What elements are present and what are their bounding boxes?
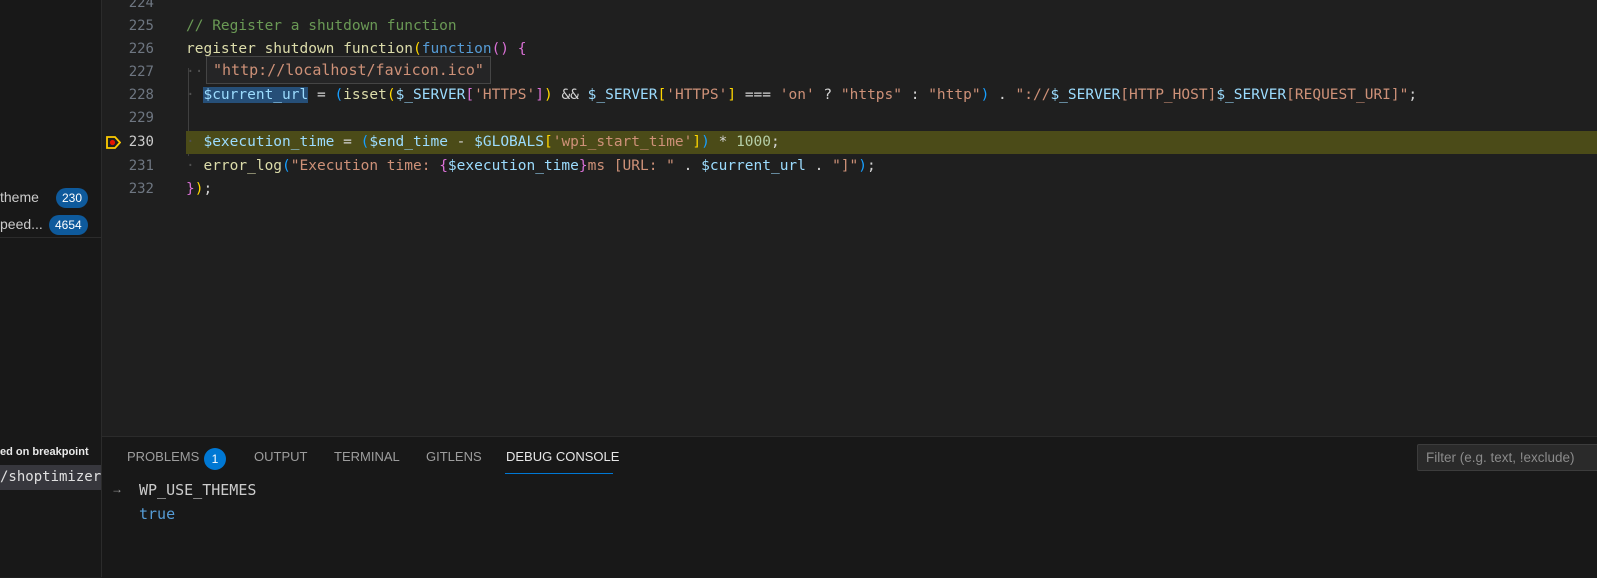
string: 'on' (779, 87, 815, 103)
line-number: 226 (128, 41, 154, 57)
console-result[interactable]: true (139, 505, 175, 523)
code-text: }); (186, 181, 213, 197)
code-line: 232 }); (102, 178, 1597, 201)
tab-terminal[interactable]: TERMINAL (334, 449, 400, 464)
function-name: isset (343, 87, 387, 103)
variable: $_SERVER (1050, 87, 1121, 103)
code-line: 225 // Register a shutdown function (102, 15, 1597, 38)
tab-debug-console[interactable]: DEBUG CONSOLE (506, 449, 619, 464)
variable: $current_url (203, 87, 309, 103)
tab-output[interactable]: OUTPUT (254, 449, 307, 464)
tab-problems[interactable]: PROBLEMS (127, 449, 199, 464)
string: 'wpi_start_time' (552, 134, 693, 150)
filter-placeholder: Filter (e.g. text, !exclude) (1426, 450, 1575, 465)
string: [HTTP_HOST] (1120, 87, 1217, 103)
code-line-current-breakpoint: 230 · $execution_time = ($end_time - $GL… (102, 131, 1597, 154)
variable: $GLOBALS (474, 134, 544, 150)
string: "http" (928, 87, 981, 103)
console-expression: WP_USE_THEMES (139, 481, 257, 499)
changes-count-badge: 4654 (49, 215, 88, 235)
changes-count-badge: 230 (56, 188, 89, 208)
active-tab-indicator (505, 473, 613, 474)
line-number: 229 (128, 110, 154, 126)
code-text: · $current_url = (isset($_SERVER['HTTPS'… (186, 87, 1418, 103)
string: "Execution time: (290, 158, 440, 174)
code-text: · $execution_time = ($end_time - $GLOBAL… (186, 134, 780, 150)
source-control-repo-row[interactable]: peed... 4654 (0, 213, 101, 237)
callstack-frame[interactable]: /shoptimizer (0, 465, 101, 490)
variable: $execution_time (447, 158, 579, 174)
sidebar: theme 230 peed... 4654 ed on breakpoint … (0, 0, 102, 577)
code-text: · error_log("Execution time: {$execution… (186, 158, 876, 174)
code-line: 228 · $current_url = (isset($_SERVER['HT… (102, 84, 1597, 107)
console-filter-input[interactable]: Filter (e.g. text, !exclude) (1417, 444, 1597, 471)
function-name: register_shutdown_function (186, 41, 413, 57)
string: 'HTTPS' (474, 87, 536, 103)
source-control-repo-row[interactable]: theme 230 (0, 186, 101, 210)
variable: $current_url (701, 158, 806, 174)
string: "]" (832, 158, 859, 174)
code-text: ·· (186, 64, 204, 80)
variable: $_SERVER (395, 87, 466, 103)
code-line: 229 (102, 107, 1597, 130)
string: 'HTTPS' (666, 87, 728, 103)
sidebar-divider (0, 237, 101, 238)
input-arrow-icon: → (111, 482, 123, 496)
string: ms [URL: " (587, 158, 675, 174)
problems-count-badge: 1 (204, 448, 226, 470)
line-number: 230 (128, 134, 154, 150)
string: "https" (840, 87, 902, 103)
line-number: 232 (128, 181, 154, 197)
line-number: 231 (128, 158, 154, 174)
code-line: 224 (102, 0, 1597, 15)
line-number: 228 (128, 87, 154, 103)
string: ":// (1015, 87, 1051, 103)
number: 1000 (736, 134, 771, 150)
line-number: 227 (128, 64, 154, 80)
keyword: function (421, 41, 492, 57)
repo-label: theme (0, 189, 39, 205)
repo-label: peed... (0, 216, 43, 232)
code-text: // Register a shutdown function (186, 15, 457, 38)
tab-gitlens[interactable]: GITLENS (426, 449, 482, 464)
bottom-panel: PROBLEMS 1 OUTPUT TERMINAL GITLENS DEBUG… (102, 436, 1597, 578)
variable: $end_time (369, 134, 448, 150)
line-number: 224 (128, 0, 154, 11)
callstack-frame-label: /shoptimizer (0, 469, 102, 485)
code-line: 231 · error_log("Execution time: {$execu… (102, 155, 1597, 178)
comment: // Register a shutdown function (186, 18, 457, 34)
variable: $_SERVER (1216, 87, 1287, 103)
callstack-paused-status: ed on breakpoint (0, 446, 89, 458)
debug-hover-tooltip: "http://localhost/favicon.ico" (206, 56, 491, 84)
line-number: 225 (128, 18, 154, 34)
string: [REQUEST_URI] (1286, 87, 1400, 103)
function-name: error_log (203, 158, 283, 174)
variable: $execution_time (203, 134, 335, 150)
variable: $_SERVER (587, 87, 658, 103)
